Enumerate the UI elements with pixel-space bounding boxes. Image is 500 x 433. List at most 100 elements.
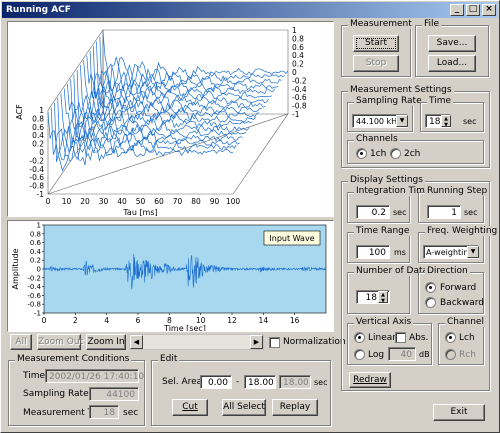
running-step-title: Running Step — [425, 186, 490, 196]
waveform-panel: 1 0.8 0.6 0.4 0.2 0 -0.2 -0.4 -0.6 -0.8 -1 0 2 4 6 8 10 1… — [7, 220, 334, 333]
redraw-button[interactable]: Redraw — [349, 372, 391, 388]
file-group: File Save... Load... — [415, 19, 489, 77]
channels-group: Channels 1ch 2ch — [347, 134, 484, 164]
acf-x-tick-label: 80 — [191, 197, 201, 206]
backward-radio[interactable] — [425, 297, 436, 308]
waveform-x-tick-label: 2 — [73, 316, 78, 325]
normalization-label: Normalization — [283, 337, 346, 347]
sampling-rate-title: Sampling Rate — [354, 96, 424, 106]
forward-label: Forward — [440, 283, 477, 293]
abs-label: Abs. — [409, 333, 429, 343]
sampling-rate-value: 44100 — [89, 387, 139, 401]
running-step-input[interactable]: 1 — [427, 205, 461, 219]
acf-x-tick-label: 50 — [136, 197, 146, 206]
number-of-data-spinner-icon[interactable]: ▲ ▼ — [378, 291, 388, 304]
waveform-y-tick-label: -0.4 — [27, 283, 41, 291]
start-button[interactable]: Start — [353, 35, 399, 52]
running-step-unit: sec — [464, 208, 478, 217]
time-unit: sec — [463, 117, 477, 126]
file-title: File — [422, 19, 442, 29]
measurement-time-value: 18 — [89, 405, 119, 419]
acf-x-tick-label: 0 — [46, 197, 51, 206]
vertical-axis-group: Vertical Axis Linear Abs. Log 40 dB — [347, 317, 432, 365]
integration-time-input[interactable]: 0.2 — [356, 205, 390, 219]
minimize-icon[interactable]: _ — [450, 4, 464, 16]
lch-radio[interactable] — [445, 332, 456, 343]
number-of-data-group: Number of Data 18 ▲ ▼ — [347, 266, 431, 314]
cut-button[interactable]: Cut — [172, 399, 208, 416]
ch2-label: 2ch — [404, 149, 421, 159]
waveform-x-tick-label: 0 — [42, 316, 47, 325]
normalization-checkbox[interactable] — [269, 337, 280, 348]
exit-button[interactable]: Exit — [433, 404, 485, 421]
acf-x-tick-label: 40 — [117, 197, 127, 206]
log-db-input[interactable]: 40 — [388, 347, 416, 361]
waveform-y-tick-label: -0.8 — [27, 301, 41, 309]
time-scrollbar[interactable]: ◀ ▶ — [129, 334, 264, 350]
acf-x-tick-label: 70 — [173, 197, 183, 206]
acf-x-tick-label: 20 — [80, 197, 90, 206]
replay-button[interactable]: Replay — [272, 399, 318, 416]
waveform-x-tick-label: 12 — [227, 316, 237, 325]
sampling-rate-label: Sampling Rate — [23, 389, 89, 399]
all-button[interactable]: All — [10, 334, 32, 350]
stop-button[interactable]: Stop — [353, 55, 399, 72]
acf-right-tick-label: -1 — [292, 110, 300, 119]
running-acf-window: Running ACF _ □ × 1 0.8 0.6 0.4 0.2 0 -0.2 -0.4… — [0, 0, 500, 433]
log-radio[interactable] — [354, 349, 365, 360]
waveform-x-tick-label: 6 — [136, 316, 141, 325]
acf-x-tick-label: 30 — [99, 197, 109, 206]
time-group: Time 18 ▲ ▼ sec — [420, 96, 484, 132]
measurement-settings-group: Measurement Settings Sampling Rate 44.10… — [341, 85, 490, 168]
load-button[interactable]: Load... — [428, 55, 476, 72]
ch1-radio[interactable] — [356, 148, 367, 159]
ch2-radio[interactable] — [390, 148, 401, 159]
channel-group: Channel Lch Rch — [438, 317, 486, 365]
ch1-label: 1ch — [370, 149, 387, 159]
waveform-y-tick-label: 0 — [37, 266, 41, 274]
acf-x-tick-label: 10 — [62, 197, 72, 206]
measurement-group: Measurement Start Stop — [341, 19, 414, 77]
sampling-rate-group: Sampling Rate 44.100 kHz ▼ — [347, 96, 424, 132]
zoom-in-button[interactable]: Zoom In — [86, 334, 126, 350]
maximize-icon[interactable]: □ — [466, 4, 480, 16]
acf-x-axis-label: Tau [ms] — [122, 208, 157, 216]
integration-time-group: Integration Time 0.2 sec — [347, 186, 433, 223]
sel-area-label: Sel. Area — [162, 377, 203, 387]
acf-left-tick-label: -1 — [37, 190, 45, 199]
sel-area-from-input[interactable]: 0.00 — [200, 375, 232, 389]
direction-title: Direction — [425, 266, 470, 276]
waveform-x-axis-label: Time [sec] — [163, 324, 206, 331]
forward-radio[interactable] — [425, 282, 436, 293]
measurement-time-unit: sec — [123, 408, 139, 418]
weighting-chevron-down-icon[interactable]: ▼ — [467, 246, 479, 258]
title-bar: Running ACF _ □ × — [2, 2, 498, 18]
scroll-left-icon[interactable]: ◀ — [130, 335, 143, 349]
rch-radio[interactable] — [445, 349, 456, 360]
abs-checkbox[interactable] — [395, 332, 406, 343]
sel-area-length: 18.00 — [279, 375, 311, 389]
display-settings-title: Display Settings — [348, 175, 425, 185]
waveform-x-tick-label: 4 — [104, 316, 109, 325]
linear-radio[interactable] — [354, 332, 365, 343]
zoom-out-button[interactable]: Zoom Out — [37, 334, 83, 350]
channels-title: Channels — [354, 134, 400, 144]
scroll-right-icon[interactable]: ▶ — [250, 335, 263, 349]
measurement-conditions-title: Measurement Conditions — [15, 354, 132, 364]
acf-3d-plot: 10.80.60.40.20-0.2-0.4-0.6-0.8-110.80.60… — [8, 22, 333, 217]
display-settings-group: Display Settings Integration Time 0.2 se… — [341, 175, 500, 391]
waveform-y-tick-label: 0.4 — [30, 248, 42, 256]
close-icon[interactable]: × — [482, 4, 496, 16]
sel-area-unit: sec — [314, 378, 328, 387]
sel-area-to-input[interactable]: 18.00 — [244, 375, 276, 389]
time-range-title: Time Range — [354, 226, 412, 236]
edit-group: Edit Sel. Area 0.00 - 18.00 18.00 sec Cu… — [151, 354, 331, 426]
time-range-input[interactable]: 100 — [356, 245, 390, 259]
waveform-y-tick-label: 0.6 — [30, 239, 42, 247]
save-button[interactable]: Save... — [428, 35, 476, 52]
all-select-button[interactable]: All Select — [222, 399, 266, 416]
time-spinner-icon[interactable]: ▲ ▼ — [441, 115, 451, 128]
waveform-y-tick-label: -0.6 — [27, 292, 41, 300]
chevron-down-icon[interactable]: ▼ — [396, 115, 408, 127]
waveform-x-tick-label: 16 — [290, 316, 300, 325]
